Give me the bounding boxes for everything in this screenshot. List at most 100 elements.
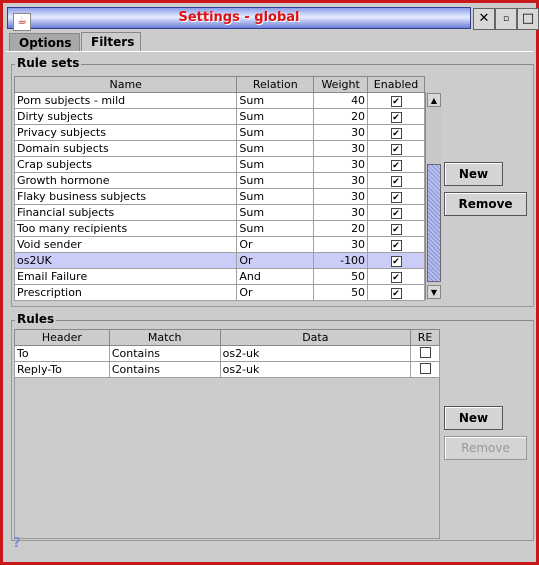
enabled-checkbox[interactable]: ✔ [390, 112, 402, 123]
enabled-checkbox[interactable]: ✔ [390, 224, 402, 235]
minimize-button[interactable]: ▫ [495, 8, 517, 30]
rule-set-name: Growth hormone [13, 172, 238, 189]
enabled-checkbox[interactable]: ✔ [390, 256, 402, 267]
rules-legend: Rules [15, 312, 57, 326]
enabled-checkbox[interactable]: ✔ [390, 272, 402, 283]
enabled-cell: ✔ [367, 92, 425, 109]
rule-set-weight: 50 [313, 268, 369, 285]
rule-new-button[interactable]: New [444, 406, 503, 430]
rule-set-name: Too many recipients [13, 220, 238, 237]
rule-set-relation: Sum [236, 188, 315, 205]
enabled-checkbox[interactable]: ✔ [390, 288, 402, 299]
rule-set-row[interactable]: Growth hormone Sum 30 ✔ [13, 172, 425, 189]
col-name[interactable]: Name [13, 76, 238, 93]
enabled-cell: ✔ [367, 204, 425, 221]
col-data[interactable]: Data [219, 329, 412, 346]
rule-set-name: Email Failure [13, 268, 238, 285]
rule-set-relation: Or [236, 236, 315, 253]
col-weight[interactable]: Weight [313, 76, 369, 93]
enabled-cell: ✔ [367, 268, 425, 285]
rule-set-row[interactable]: Domain subjects Sum 30 ✔ [13, 140, 425, 157]
rule-set-weight: 30 [313, 188, 369, 205]
enabled-checkbox[interactable]: ✔ [390, 240, 402, 251]
tab-filters[interactable]: Filters [81, 32, 141, 52]
rule-set-weight: 50 [313, 284, 369, 301]
rule-set-weight: -100 [313, 252, 369, 269]
rule-set-row[interactable]: Void sender Or 30 ✔ [13, 236, 425, 253]
enabled-cell: ✔ [367, 252, 425, 269]
rule-remove-button: Remove [444, 436, 527, 460]
rule-set-name: Domain subjects [13, 140, 238, 157]
window-title: Settings - global [178, 10, 300, 25]
rule-sets-scrollbar[interactable]: ▲ ▼ [425, 92, 441, 300]
rule-set-row[interactable]: Prescription Or 50 ✔ [13, 284, 425, 301]
enabled-cell: ✔ [367, 124, 425, 141]
rule-set-row[interactable]: Crap subjects Sum 30 ✔ [13, 156, 425, 173]
scroll-thumb[interactable] [427, 164, 441, 282]
rule-data: os2-uk [219, 345, 412, 362]
re-cell [410, 345, 440, 362]
enabled-checkbox[interactable]: ✔ [390, 144, 402, 155]
rule-set-weight: 30 [313, 172, 369, 189]
re-checkbox[interactable] [419, 362, 431, 374]
maximize-button[interactable]: □ [517, 8, 539, 30]
enabled-cell: ✔ [367, 220, 425, 237]
enabled-checkbox[interactable]: ✔ [390, 192, 402, 203]
rule-set-relation: Sum [236, 140, 315, 157]
rule-set-name: Void sender [13, 236, 238, 253]
title-bar[interactable]: ☕ Settings - global [7, 7, 471, 31]
enabled-checkbox[interactable]: ✔ [390, 96, 402, 107]
rule-set-weight: 30 [313, 156, 369, 173]
rule-header: Reply-To [14, 361, 110, 378]
enabled-checkbox[interactable]: ✔ [390, 128, 402, 139]
scroll-down-icon[interactable]: ▼ [427, 285, 441, 299]
rule-set-relation: Sum [236, 204, 315, 221]
col-match[interactable]: Match [108, 329, 221, 346]
rule-set-relation: Sum [236, 220, 315, 237]
rule-set-row[interactable]: Email Failure And 50 ✔ [13, 268, 425, 285]
tab-divider [6, 51, 533, 52]
enabled-checkbox[interactable]: ✔ [390, 208, 402, 219]
rule-set-row[interactable]: Privacy subjects Sum 30 ✔ [13, 124, 425, 141]
enabled-cell: ✔ [367, 172, 425, 189]
rule-set-weight: 30 [313, 236, 369, 253]
rule-row[interactable]: Reply-To Contains os2-uk [14, 361, 440, 378]
rule-set-name: Flaky business subjects [13, 188, 238, 205]
rule-set-weight: 20 [313, 220, 369, 237]
rules-table: Header Match Data RE To Contains os2-uk Reply-… [14, 329, 440, 378]
enabled-cell: ✔ [367, 156, 425, 173]
enabled-cell: ✔ [367, 236, 425, 253]
scroll-up-icon[interactable]: ▲ [427, 93, 441, 107]
enabled-cell: ✔ [367, 188, 425, 205]
rule-set-row[interactable]: Too many recipients Sum 20 ✔ [13, 220, 425, 237]
enabled-checkbox[interactable]: ✔ [390, 176, 402, 187]
enabled-checkbox[interactable]: ✔ [390, 160, 402, 171]
rule-set-relation: Sum [236, 172, 315, 189]
help-icon[interactable]: ? [13, 536, 21, 551]
rule-set-row[interactable]: Flaky business subjects Sum 30 ✔ [13, 188, 425, 205]
rule-set-row[interactable]: Porn subjects - mild Sum 40 ✔ [13, 92, 425, 109]
rule-set-name: Porn subjects - mild [13, 92, 238, 109]
rule-header: To [14, 345, 110, 362]
col-re[interactable]: RE [410, 329, 440, 346]
rule-set-row[interactable]: Financial subjects Sum 30 ✔ [13, 204, 425, 221]
tab-options[interactable]: Options [9, 33, 80, 51]
rule-row[interactable]: To Contains os2-uk [14, 345, 440, 362]
rule-set-name: Privacy subjects [13, 124, 238, 141]
rule-set-weight: 30 [313, 204, 369, 221]
enabled-cell: ✔ [367, 140, 425, 157]
col-enabled[interactable]: Enabled [367, 76, 425, 93]
rule-set-weight: 30 [313, 124, 369, 141]
rule-set-weight: 30 [313, 140, 369, 157]
rule-set-row[interactable]: os2UK Or -100 ✔ [13, 252, 425, 269]
col-relation[interactable]: Relation [236, 76, 315, 93]
close-button[interactable]: ✕ [473, 8, 495, 30]
rule-data: os2-uk [219, 361, 412, 378]
re-checkbox[interactable] [419, 346, 431, 358]
col-header[interactable]: Header [14, 329, 110, 346]
rule-set-remove-button[interactable]: Remove [444, 192, 527, 216]
enabled-cell: ✔ [367, 284, 425, 301]
rule-set-row[interactable]: Dirty subjects Sum 20 ✔ [13, 108, 425, 125]
rule-set-weight: 40 [313, 92, 369, 109]
rule-set-new-button[interactable]: New [444, 162, 503, 186]
